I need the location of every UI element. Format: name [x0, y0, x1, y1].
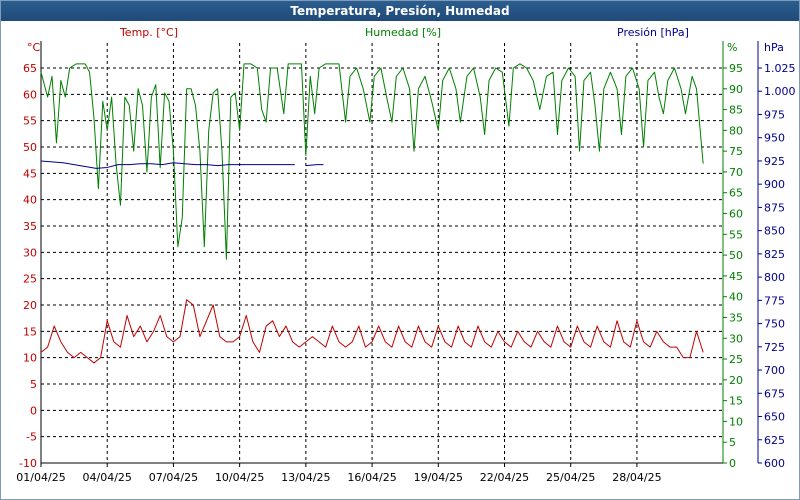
pressure-tick-label: 825	[764, 248, 785, 261]
humidity-tick-label: 25	[729, 353, 743, 366]
temperature-tick-label: 10	[23, 352, 37, 365]
pressure-tick-label: 975	[764, 108, 785, 121]
plot-border	[40, 41, 759, 464]
humidity-tick-label: 85	[729, 104, 743, 117]
pressure-axis-title: Presión [hPa]	[617, 26, 689, 39]
pressure-tick-label: 925	[764, 155, 785, 168]
pressure-unit-label: hPa	[764, 41, 784, 54]
series-line-pressure	[40, 160, 295, 169]
humidity-tick-label: 35	[729, 311, 743, 324]
temperature-tick-label: 65	[23, 62, 37, 75]
x-tick-label: 28/04/25	[612, 471, 661, 484]
temperature-tick-label: 45	[23, 167, 37, 180]
temperature-tick-label: 30	[23, 246, 37, 259]
humidity-tick-label: 65	[729, 187, 743, 200]
humidity-tick-label: 55	[729, 228, 743, 241]
temperature-tick-label: -5	[26, 431, 37, 444]
temperature-tick-label: 15	[23, 325, 37, 338]
humidity-tick-label: 95	[729, 62, 743, 75]
pressure-tick-label: 600	[764, 457, 785, 470]
pressure-tick-label: 700	[764, 364, 785, 377]
pressure-tick-label: 1.025	[764, 62, 796, 75]
humidity-tick-label: 75	[729, 145, 743, 158]
x-tick-label: 07/04/25	[149, 471, 198, 484]
temperature-tick-label: 60	[23, 88, 37, 101]
humidity-tick-label: 80	[729, 124, 743, 137]
temperature-tick-label: 35	[23, 220, 37, 233]
chart-window: Temperatura, Presión, Humedad 65 60 55 50 45…	[0, 0, 800, 500]
pressure-tick-label: 875	[764, 201, 785, 214]
x-tick-label: 13/04/25	[281, 471, 330, 484]
pressure-tick-label: 675	[764, 387, 785, 400]
temperature-tick-label: 0	[30, 404, 37, 417]
x-tick-label: 01/04/25	[16, 471, 65, 484]
pressure-tick-label: 650	[764, 411, 785, 424]
humidity-unit-label: %	[727, 41, 737, 54]
grid	[40, 43, 723, 464]
humidity-tick-label: 70	[729, 166, 743, 179]
humidity-tick-label: 45	[729, 270, 743, 283]
humidity-tick-label: 5	[729, 436, 736, 449]
pressure-tick-label: 775	[764, 294, 785, 307]
pressure-tick-label: 625	[764, 434, 785, 447]
humidity-tick-label: 50	[729, 249, 743, 262]
x-tick-label: 19/04/25	[414, 471, 463, 484]
x-tick-label: 25/04/25	[546, 471, 595, 484]
humidity-tick-label: 60	[729, 208, 743, 221]
temperature-tick-label: 25	[23, 273, 37, 286]
pressure-tick-label: 725	[764, 341, 785, 354]
pressure-tick-label: 800	[764, 271, 785, 284]
temperature-tick-label: 55	[23, 115, 37, 128]
pressure-tick-label: 850	[764, 225, 785, 238]
temperature-tick-label: 20	[23, 299, 37, 312]
humidity-tick-label: 15	[729, 395, 743, 408]
x-tick-label: 10/04/25	[215, 471, 264, 484]
temperature-tick-label: 40	[23, 194, 37, 207]
humidity-tick-label: 90	[729, 83, 743, 96]
humidity-tick-label: 0	[729, 457, 736, 470]
humidity-tick-label: 10	[729, 415, 743, 428]
x-tick-label: 16/04/25	[347, 471, 396, 484]
pressure-tick-label: 900	[764, 178, 785, 191]
series-line-pressure-segment	[305, 164, 324, 167]
humidity-axis-title: Humedad [%]	[365, 26, 441, 39]
humidity-tick-label: 30	[729, 332, 743, 345]
chart: 65605550454035302520151050-5-10°CTemp. […	[16, 26, 796, 484]
temperature-unit-label: °C	[27, 41, 41, 54]
x-tick-label: 22/04/25	[480, 471, 529, 484]
temperature-tick-label: -10	[19, 457, 37, 470]
temperature-axis-title: Temp. [°C]	[119, 26, 178, 39]
temperature-tick-label: 5	[30, 378, 37, 391]
pressure-tick-label: 950	[764, 132, 785, 145]
temperature-tick-label: 50	[23, 141, 37, 154]
humidity-tick-label: 20	[729, 374, 743, 387]
pressure-tick-label: 1.000	[764, 85, 796, 98]
humidity-tick-label: 40	[729, 291, 743, 304]
x-tick-label: 04/04/25	[83, 471, 132, 484]
pressure-tick-label: 750	[764, 318, 785, 331]
